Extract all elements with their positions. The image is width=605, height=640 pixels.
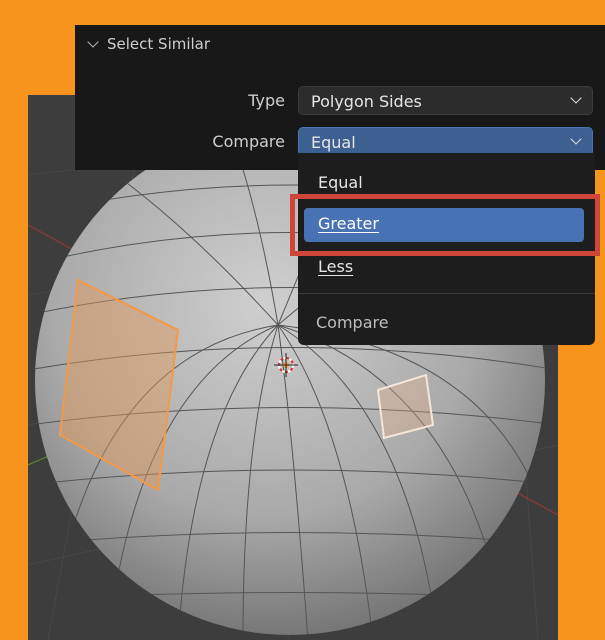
- type-label: Type: [248, 91, 285, 110]
- select-similar-panel: Select Similar Type Polygon Sides Compar…: [75, 25, 605, 170]
- callout-highlight-box: [290, 194, 600, 256]
- compare-select[interactable]: Equal: [298, 127, 593, 156]
- chevron-down-icon: [87, 36, 99, 48]
- panel-header[interactable]: Select Similar: [87, 35, 211, 53]
- compare-label: Compare: [212, 132, 285, 151]
- option-less[interactable]: Less: [304, 251, 584, 285]
- dropdown-footer: Compare: [316, 313, 389, 332]
- type-select-value: Polygon Sides: [311, 92, 422, 111]
- menu-divider: [298, 293, 595, 294]
- option-equal-label: Equal: [318, 173, 363, 192]
- chevron-down-icon: [570, 133, 582, 145]
- option-less-label: Less: [318, 257, 354, 276]
- type-select[interactable]: Polygon Sides: [298, 86, 593, 115]
- chevron-down-icon: [570, 92, 582, 104]
- panel-title: Select Similar: [107, 35, 211, 53]
- compare-select-value: Equal: [311, 133, 356, 152]
